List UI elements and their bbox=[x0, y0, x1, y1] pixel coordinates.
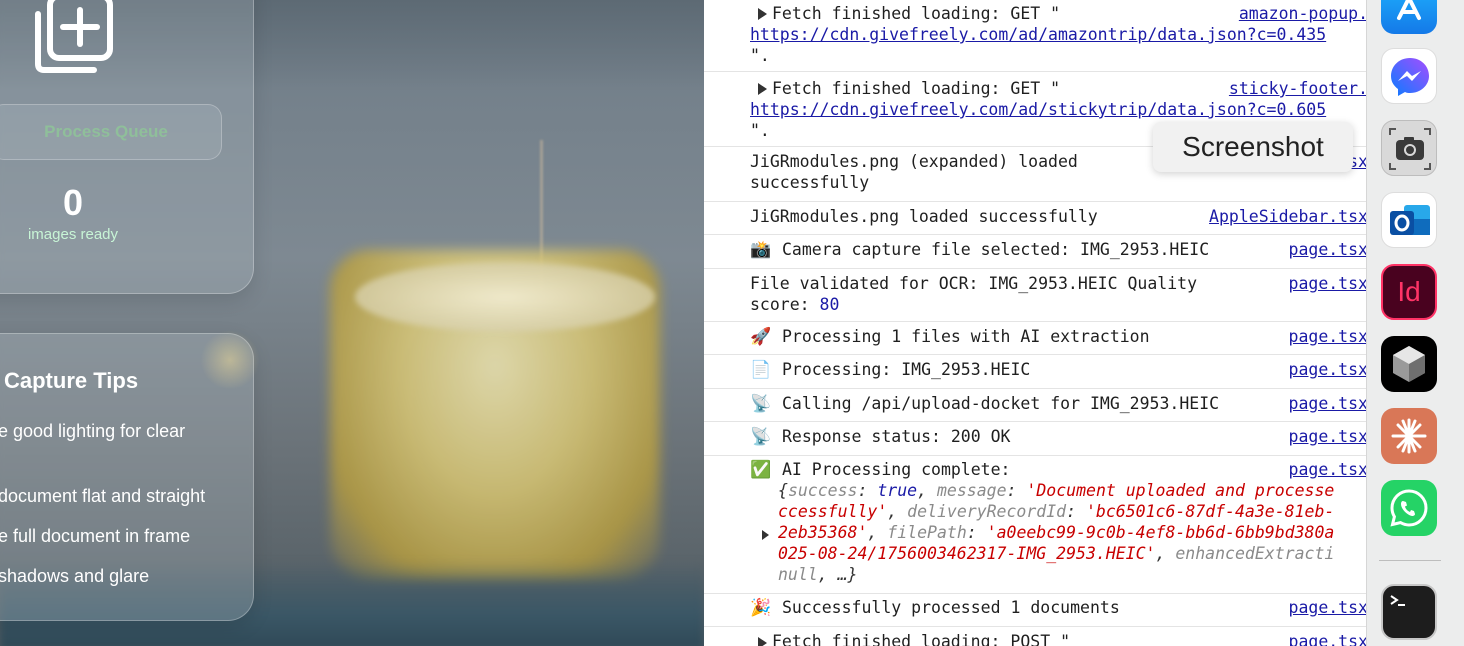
object-preview[interactable]: {success: true, message: 'Document uploa… bbox=[778, 481, 1334, 500]
console-message: 🎉 Successfully processed 1 documents pag… bbox=[704, 594, 1366, 627]
macos-dock: Id bbox=[1366, 0, 1464, 646]
console-source-link[interactable]: AppleSidebar.tsx bbox=[1209, 207, 1366, 226]
party-popper-icon: 🎉 bbox=[750, 598, 772, 618]
screenshot-icon[interactable] bbox=[1381, 120, 1437, 176]
tip-item: e good lighting for clear bbox=[0, 421, 186, 441]
console-message: 📄 Processing: IMG_2953.HEIC page.tsx bbox=[704, 355, 1366, 389]
document-icon: 📄 bbox=[750, 360, 772, 380]
console-message: 📸 Camera capture file selected: IMG_2953… bbox=[704, 235, 1366, 269]
images-ready-label: images ready bbox=[27, 226, 119, 243]
console-url-link[interactable]: https://cdn.givefreely.com/ad/stickytrip… bbox=[750, 100, 1326, 119]
expand-arrow-icon[interactable] bbox=[758, 8, 767, 20]
expand-object-arrow-icon[interactable] bbox=[762, 530, 769, 540]
expand-arrow-icon[interactable] bbox=[758, 83, 767, 95]
terminal-icon[interactable] bbox=[1381, 584, 1437, 640]
dock-separator bbox=[1379, 560, 1441, 561]
console-url-link[interactable]: https://cdn.givefreely.com/ad/amazontrip… bbox=[750, 25, 1326, 44]
rocket-icon: 🚀 bbox=[750, 327, 772, 347]
app-store-icon[interactable] bbox=[1381, 0, 1437, 34]
devtools-console: Fetch finished loading: GET " https://cd… bbox=[704, 0, 1366, 646]
satellite-icon: 📡 bbox=[750, 427, 772, 447]
satellite-icon: 📡 bbox=[750, 394, 772, 414]
console-message: Fetch finished loading: POST " page.tsx bbox=[704, 627, 1366, 646]
screenshot-tooltip: Screenshot bbox=[1153, 122, 1353, 172]
console-message: File validated for OCR: IMG_2953.HEIC Qu… bbox=[704, 269, 1366, 322]
console-message: JiGRmodules.png loaded successfully Appl… bbox=[704, 202, 1366, 235]
check-mark-icon: ✅ bbox=[750, 460, 772, 480]
capture-tips-title: Capture Tips bbox=[4, 368, 139, 393]
claude-icon[interactable] bbox=[1381, 408, 1437, 464]
app-pane: Process Queue 0 images ready Capture Tip… bbox=[0, 0, 704, 646]
quality-score-value: 80 bbox=[819, 295, 840, 314]
tip-item: document flat and straight bbox=[0, 486, 206, 506]
camera-icon: 📸 bbox=[750, 240, 772, 260]
console-source-link[interactable]: page.tsx bbox=[1288, 427, 1366, 446]
add-images-icon[interactable] bbox=[34, 0, 114, 74]
console-message: ✅ AI Processing complete: page.tsx {succ… bbox=[704, 456, 1366, 594]
process-queue-button[interactable]: Process Queue bbox=[0, 104, 222, 160]
console-source-link[interactable]: page.tsx bbox=[1288, 274, 1366, 293]
console-source-link[interactable]: page.tsx bbox=[1288, 240, 1366, 259]
console-source-link[interactable]: page.tsx bbox=[1288, 598, 1366, 617]
images-ready-count: 0 bbox=[62, 182, 84, 223]
cube-app-icon[interactable] bbox=[1381, 336, 1437, 392]
console-source-link[interactable]: page.tsx bbox=[1288, 632, 1366, 646]
process-queue-label: Process Queue bbox=[44, 122, 168, 141]
console-message: Fetch finished loading: GET " https://cd… bbox=[704, 0, 1366, 72]
tip-item: shadows and glare bbox=[0, 566, 150, 586]
console-message: 📡 Response status: 200 OK page.tsx bbox=[704, 422, 1366, 456]
console-source-link[interactable]: page.tsx bbox=[1288, 360, 1366, 379]
expand-arrow-icon[interactable] bbox=[758, 637, 767, 646]
console-message: 🚀 Processing 1 files with AI extraction … bbox=[704, 322, 1366, 355]
outlook-icon[interactable] bbox=[1381, 192, 1437, 248]
tips-glow bbox=[200, 330, 260, 390]
console-source-link[interactable]: page.tsx bbox=[1288, 460, 1366, 479]
messenger-icon[interactable] bbox=[1381, 48, 1437, 104]
indesign-icon[interactable]: Id bbox=[1381, 264, 1437, 320]
console-source-link[interactable]: sticky-footer. bbox=[1228, 79, 1366, 98]
console-source-link[interactable]: page.tsx bbox=[1288, 394, 1366, 413]
console-message: 📡 Calling /api/upload-docket for IMG_295… bbox=[704, 389, 1366, 422]
console-source-link[interactable]: page.tsx bbox=[1288, 327, 1366, 346]
console-source-link[interactable]: amazon-popup. bbox=[1238, 4, 1366, 23]
whatsapp-icon[interactable] bbox=[1381, 480, 1437, 536]
tip-item: e full document in frame bbox=[0, 526, 191, 546]
background-cup-rim bbox=[355, 262, 655, 332]
